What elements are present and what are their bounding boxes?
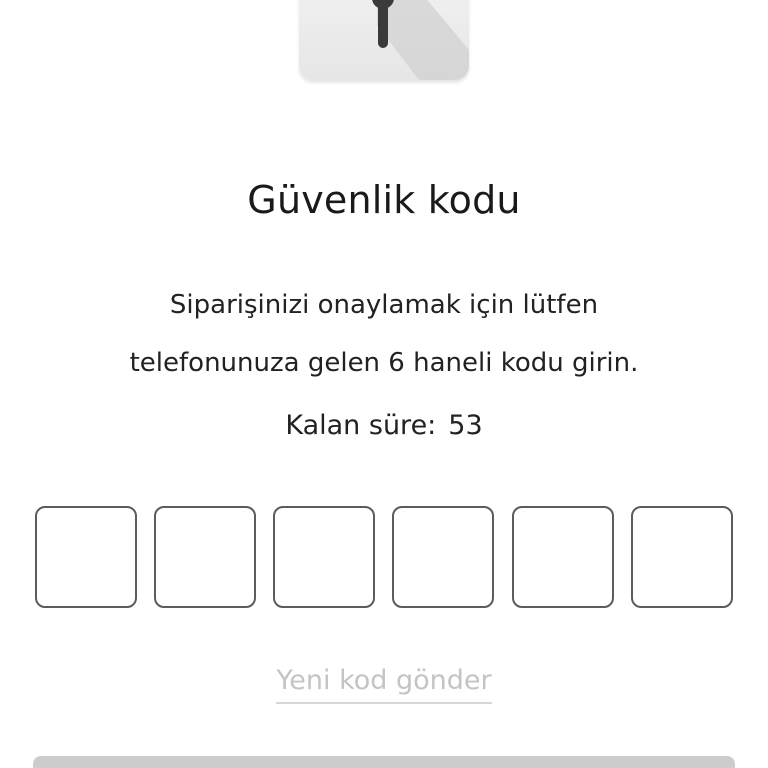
lock-tile [299,0,469,80]
code-digit-6-input[interactable] [631,506,733,608]
code-digit-5-input[interactable] [512,506,614,608]
countdown-timer: Kalan süre: 53 [0,410,768,441]
code-input-group [35,506,735,608]
code-digit-2-input[interactable] [154,506,256,608]
countdown-value: 53 [448,410,483,441]
instruction-line-2: telefonunuza gelen 6 haneli kodu girin. [129,348,639,378]
code-digit-3-input[interactable] [273,506,375,608]
instruction-text: Siparişinizi onaylamak için lütfen telef… [60,276,708,392]
page-title: Güvenlik kodu [247,178,521,222]
instruction-line-1: Siparişinizi onaylamak için lütfen [169,290,599,320]
security-code-screen: Güvenlik kodu Siparişinizi onaylamak içi… [0,0,768,768]
code-digit-4-input[interactable] [392,506,494,608]
resend-container: Yeni kod gönder [0,662,768,704]
countdown-label: Kalan süre: [285,410,437,441]
resend-code-link[interactable]: Yeni kod gönder [276,662,492,704]
code-digit-1-input[interactable] [35,506,137,608]
keyhole-lock-icon [372,0,469,80]
submit-button[interactable] [33,756,735,768]
